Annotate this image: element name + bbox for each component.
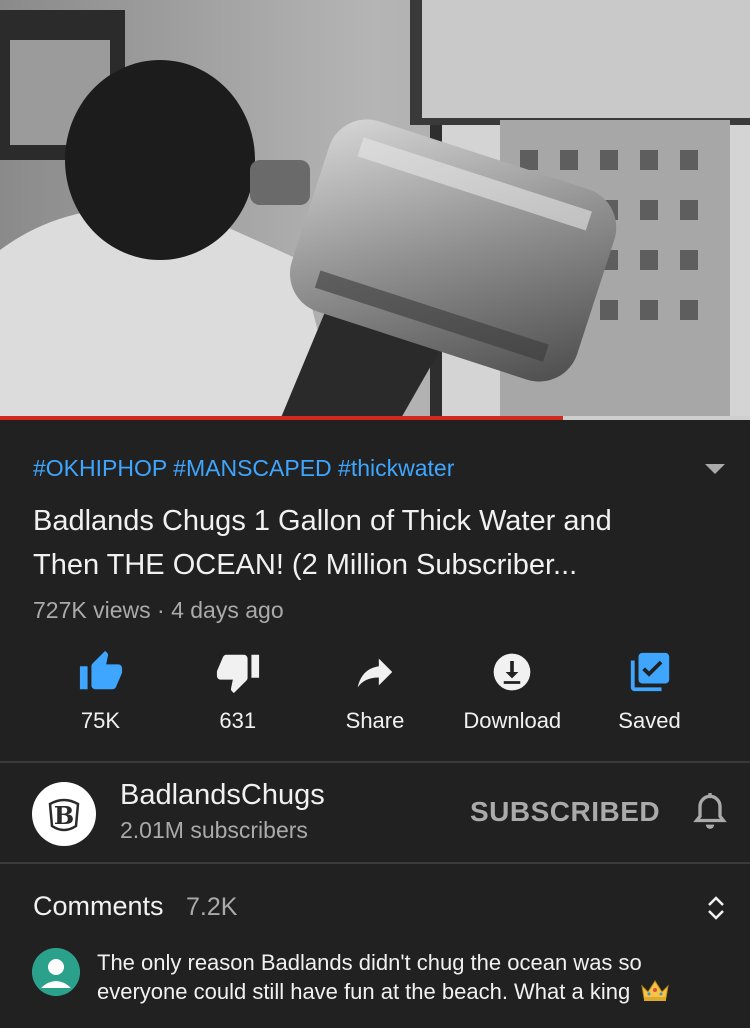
share-icon [351,648,399,696]
stats-separator: · [157,597,165,623]
svg-text:B: B [54,801,74,830]
dislike-button[interactable]: 631 [169,648,306,740]
saved-button[interactable]: Saved [581,648,718,740]
video-progress-fill [0,416,563,420]
saved-playlist-icon [626,648,674,696]
hashtag-links[interactable]: #OKHIPHOP #MANSCAPED #thickwater [33,455,454,482]
view-count: 727K views [33,597,151,623]
comments-count: 7.2K [186,893,238,921]
comment-body: The only reason Badlands didn't chug the… [97,950,642,1004]
subscribed-button[interactable]: SUBSCRIBED [470,796,660,828]
subscriber-count: 2.01M subscribers [120,817,308,843]
video-frame-image [0,0,750,420]
download-button[interactable]: Download [444,648,581,740]
expand-collapse-icon[interactable] [704,893,728,923]
divider [0,761,750,763]
upload-age: 4 days ago [171,597,284,623]
notification-bell-icon[interactable] [690,791,730,835]
video-title[interactable]: Badlands Chugs 1 Gallon of Thick Water a… [33,499,683,587]
channel-logo-b-icon: B [34,784,94,844]
video-stats: 727K views · 4 days ago [33,597,284,624]
thumbs-up-icon [77,648,125,696]
share-button[interactable]: Share [307,648,444,740]
thumbs-down-icon [214,648,262,696]
crown-icon [640,978,670,1009]
top-comment-text[interactable]: The only reason Badlands didn't chug the… [97,948,727,1009]
download-icon [488,648,536,696]
chevron-down-icon[interactable] [705,464,725,474]
action-bar: 75K 631 Share Download Saved [32,648,718,740]
channel-name[interactable]: BadlandsChugs [120,779,325,812]
video-progress-bar[interactable] [0,416,750,420]
default-avatar-icon [32,948,80,996]
saved-label: Saved [618,708,681,733]
like-button[interactable]: 75K [32,648,169,740]
commenter-avatar[interactable] [32,948,80,996]
video-player[interactable] [0,0,750,420]
share-label: Share [345,708,405,733]
download-label: Download [463,708,562,733]
comments-heading[interactable]: Comments [33,891,164,922]
like-count: 75K [80,708,121,733]
divider [0,862,750,864]
dislike-count: 631 [219,708,257,733]
channel-avatar[interactable]: B [32,782,96,846]
